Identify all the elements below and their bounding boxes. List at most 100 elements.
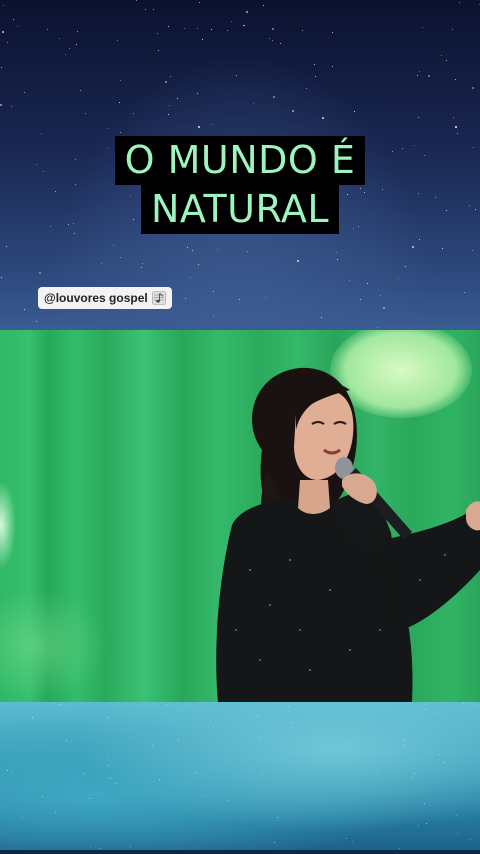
star <box>280 43 281 44</box>
star <box>332 66 333 67</box>
star <box>231 21 232 22</box>
star <box>211 29 212 30</box>
star <box>84 773 85 774</box>
star <box>196 772 197 773</box>
star <box>1 67 2 68</box>
star <box>24 92 25 93</box>
star <box>332 32 333 33</box>
star <box>291 722 292 723</box>
star <box>455 79 456 80</box>
caption: O MUNDO É NATURAL <box>0 136 480 234</box>
star <box>178 740 179 741</box>
star <box>412 246 414 248</box>
star <box>7 42 8 43</box>
star <box>199 2 200 3</box>
singer-figure <box>216 367 480 702</box>
star <box>119 102 120 103</box>
star <box>227 30 228 31</box>
star <box>288 706 289 707</box>
star <box>69 48 70 49</box>
star <box>297 260 299 262</box>
video-stage <box>0 330 480 702</box>
star <box>441 55 442 56</box>
star <box>322 117 324 119</box>
star <box>213 727 214 728</box>
star <box>422 27 423 28</box>
star <box>398 278 399 279</box>
star <box>158 50 159 51</box>
star <box>261 775 262 776</box>
star <box>187 247 188 248</box>
star <box>168 26 169 27</box>
star <box>472 250 473 251</box>
star <box>346 838 347 839</box>
star <box>265 297 266 298</box>
star <box>152 745 153 746</box>
star <box>120 257 121 258</box>
star <box>253 103 254 104</box>
star <box>68 705 69 706</box>
star <box>419 239 420 240</box>
star <box>341 803 342 804</box>
star <box>380 295 381 296</box>
star <box>77 31 78 32</box>
star <box>198 264 199 265</box>
star <box>3 5 4 6</box>
star <box>457 133 458 134</box>
star <box>383 307 385 309</box>
star <box>17 26 18 27</box>
nebula-background <box>0 702 480 854</box>
star <box>163 806 164 807</box>
star <box>42 796 43 797</box>
star <box>153 9 154 10</box>
star <box>85 113 86 114</box>
star <box>426 823 427 824</box>
star <box>405 266 406 267</box>
star <box>192 250 193 251</box>
video-frame: O MUNDO É NATURAL @louvores gospel <box>0 0 480 854</box>
star <box>47 29 48 30</box>
star <box>213 315 214 316</box>
caption-line-1: O MUNDO É <box>114 136 366 185</box>
star <box>107 128 108 129</box>
star <box>456 815 457 816</box>
star <box>273 96 275 98</box>
star <box>36 321 37 322</box>
star <box>120 132 121 133</box>
star <box>403 745 404 746</box>
star <box>274 842 275 843</box>
star <box>377 327 378 328</box>
star <box>7 770 8 771</box>
star <box>190 277 191 278</box>
star <box>141 267 142 268</box>
star <box>185 298 186 299</box>
star <box>463 703 464 704</box>
star <box>257 716 258 717</box>
star <box>197 93 198 94</box>
star <box>170 76 171 77</box>
star <box>442 248 443 249</box>
star <box>414 773 415 774</box>
star <box>453 117 454 118</box>
channel-handle-tag: @louvores gospel <box>38 287 172 309</box>
star <box>115 783 116 784</box>
bottom-edge <box>0 850 480 854</box>
star <box>142 263 143 264</box>
star <box>169 105 170 106</box>
star <box>90 846 91 847</box>
star <box>66 740 67 741</box>
star <box>399 848 400 849</box>
star <box>32 717 33 718</box>
star <box>239 299 240 300</box>
star <box>168 114 169 115</box>
star <box>211 124 212 125</box>
star <box>2 31 4 33</box>
star <box>22 817 23 818</box>
star <box>302 30 303 31</box>
star <box>177 98 178 99</box>
star <box>336 252 337 253</box>
star <box>315 76 316 77</box>
star <box>404 739 405 740</box>
star <box>133 113 134 114</box>
star <box>455 126 457 128</box>
